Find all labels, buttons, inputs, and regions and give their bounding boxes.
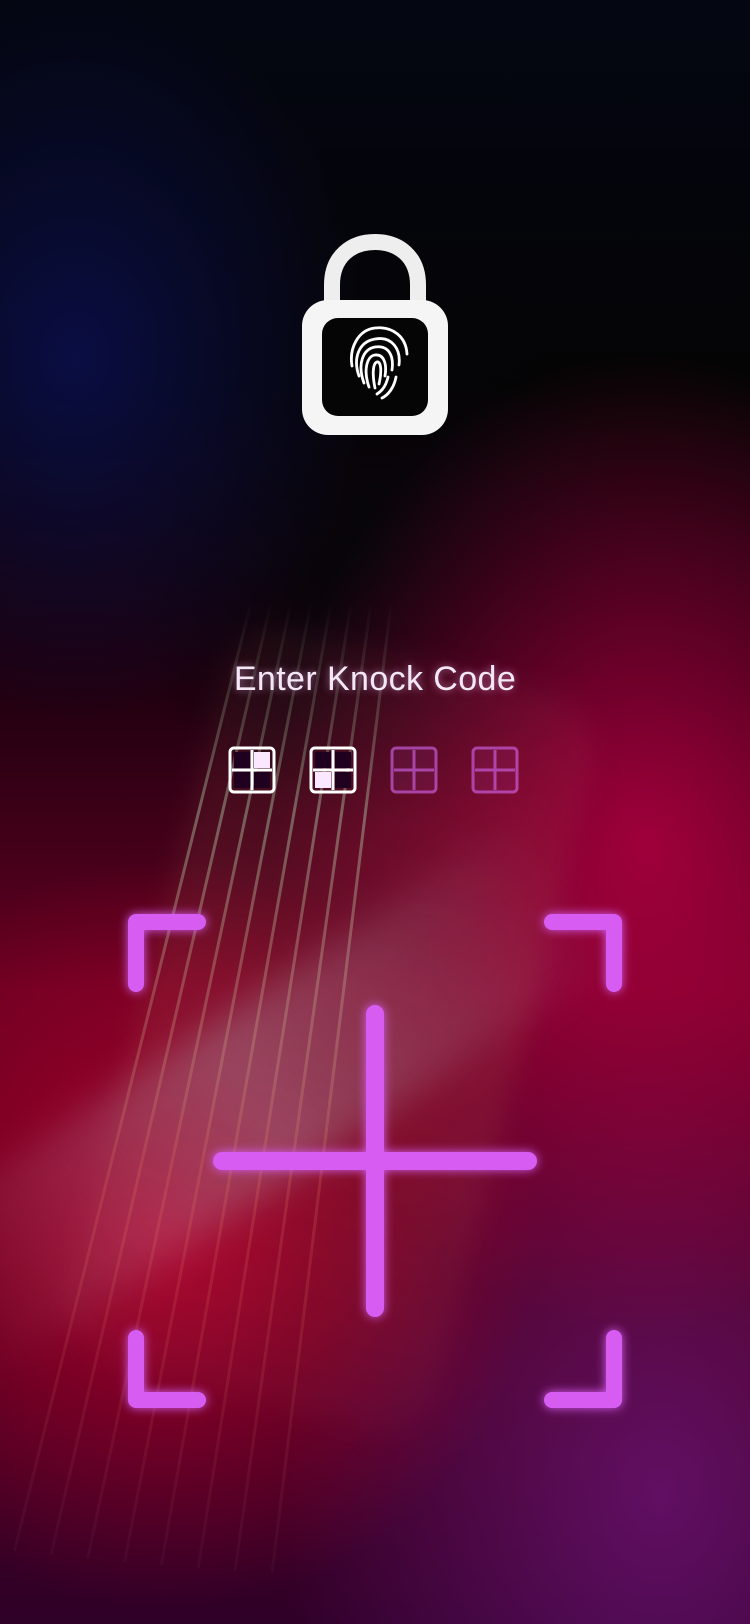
page-title: Enter Knock Code [233, 660, 517, 698]
code-indicator-2 [309, 746, 357, 794]
code-indicator-1 [228, 746, 276, 794]
knock-quadrant-bottom-right[interactable] [375, 1161, 622, 1408]
code-indicator-4 [471, 746, 519, 794]
knock-quadrant-top-right[interactable] [375, 914, 622, 1161]
knock-quadrant-top-left[interactable] [128, 914, 375, 1161]
knock-quadrant-bottom-left[interactable] [128, 1161, 375, 1408]
knock-code-pad[interactable] [128, 914, 622, 1408]
knock-code-progress [228, 746, 522, 796]
fingerprint-padlock-icon [302, 233, 448, 443]
lock-screen: Enter Knock Code [0, 0, 750, 1624]
code-indicator-3 [390, 746, 438, 794]
